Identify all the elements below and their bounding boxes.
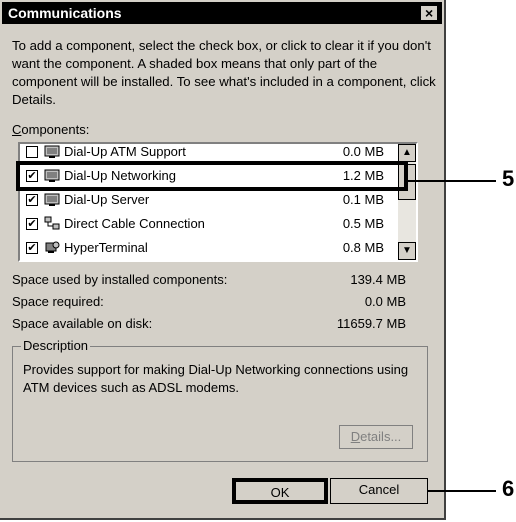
component-name: HyperTerminal: [64, 240, 148, 255]
space-used-label: Space used by installed components:: [12, 272, 228, 287]
cancel-button[interactable]: Cancel: [330, 478, 428, 504]
cable-connection-icon: [44, 216, 60, 230]
component-name: Dial-Up ATM Support: [64, 144, 186, 159]
list-item[interactable]: ✔ Direct Cable Connection 0.5 MB: [20, 214, 394, 236]
ok-button[interactable]: OK: [232, 478, 328, 504]
space-available-value: 11659.7 MB: [336, 316, 406, 331]
communications-dialog: Communications × To add a component, sel…: [0, 0, 446, 520]
checkbox[interactable]: ✔: [26, 242, 38, 254]
components-label: Components:: [12, 122, 90, 137]
space-used-row: Space used by installed components: 139.…: [12, 272, 406, 287]
components-list[interactable]: Dial-Up ATM Support 0.0 MB ✔ Dial-Up Net…: [18, 142, 418, 262]
space-available-label: Space available on disk:: [12, 316, 153, 331]
space-required-label: Space required:: [12, 294, 104, 309]
callout-number-6: 6: [502, 476, 515, 501]
list-item[interactable]: ✔ HyperTerminal 0.8 MB: [20, 238, 394, 260]
scroll-down-icon[interactable]: ▼: [398, 242, 416, 260]
space-required-row: Space required: 0.0 MB: [12, 294, 406, 309]
component-name: Dial-Up Server: [64, 192, 150, 207]
list-item[interactable]: ✔ Dial-Up Server 0.1 MB: [20, 190, 394, 212]
checkbox[interactable]: ✔: [26, 194, 38, 206]
component-size: 0.1 MB: [342, 192, 384, 207]
scroll-up-icon[interactable]: ▲: [398, 144, 416, 162]
close-button[interactable]: ×: [420, 5, 438, 21]
description-groupbox: Description Provides support for making …: [12, 338, 428, 462]
callout-number-5: 5: [502, 166, 515, 191]
title-bar[interactable]: Communications ×: [2, 2, 442, 24]
callout-line-6: [428, 490, 496, 492]
close-icon: ×: [425, 5, 434, 21]
component-size: 0.8 MB: [342, 240, 384, 255]
hyperterminal-icon: [45, 241, 60, 253]
network-adapter-icon: [44, 193, 60, 206]
space-available-row: Space available on disk: 11659.7 MB: [12, 316, 406, 331]
checkbox[interactable]: ✔: [26, 218, 38, 230]
component-size: 0.0 MB: [342, 144, 384, 159]
highlight-box: [16, 161, 408, 191]
checkbox[interactable]: [26, 146, 38, 158]
network-adapter-icon: [44, 145, 60, 158]
space-required-value: 0.0 MB: [364, 294, 406, 309]
callout-line-5: [408, 180, 496, 182]
space-used-value: 139.4 MB: [350, 272, 406, 287]
description-text: Provides support for making Dial-Up Netw…: [23, 362, 409, 395]
window-title: Communications: [8, 5, 122, 21]
component-size: 0.5 MB: [342, 216, 384, 231]
component-name: Direct Cable Connection: [64, 216, 205, 231]
details-button[interactable]: Details...: [339, 425, 413, 449]
description-label: Description: [21, 338, 91, 353]
intro-text: To add a component, select the check box…: [12, 38, 436, 107]
